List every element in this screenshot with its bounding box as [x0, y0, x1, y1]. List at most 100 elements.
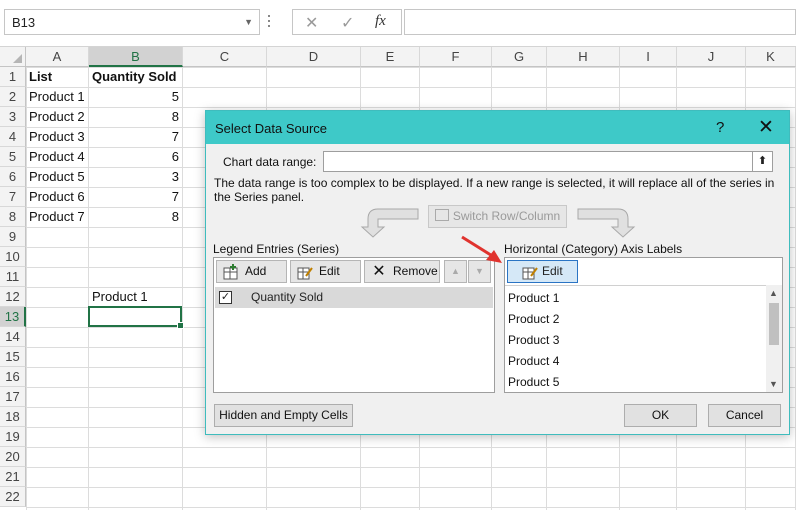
cell-a3[interactable]: Product 2	[29, 107, 87, 127]
active-cell-b13[interactable]	[88, 306, 184, 329]
collapse-range-icon[interactable]: ⬆	[752, 152, 772, 171]
row-header-4[interactable]: 4	[0, 127, 26, 147]
row-header-6[interactable]: 6	[0, 167, 26, 187]
axis-label-item[interactable]: Product 5	[508, 375, 559, 389]
formula-input[interactable]	[404, 9, 796, 35]
dialog-titlebar[interactable]: Select Data Source ? ✕	[206, 111, 789, 144]
row-header-8[interactable]: 8	[0, 207, 26, 227]
series-checkbox[interactable]: ✓	[219, 291, 232, 304]
row-header-1[interactable]: 1	[0, 67, 26, 87]
chevron-down-icon[interactable]: ▼	[244, 17, 253, 27]
column-divider	[88, 67, 89, 510]
column-header-c[interactable]: C	[183, 47, 267, 67]
row-header-3[interactable]: 3	[0, 107, 26, 127]
row-header-16[interactable]: 16	[0, 367, 26, 387]
column-header-e[interactable]: E	[361, 47, 420, 67]
axis-label-item[interactable]: Product 2	[508, 312, 559, 326]
cell-b8[interactable]: 8	[90, 207, 179, 227]
column-header-k[interactable]: K	[746, 47, 796, 67]
column-header-h[interactable]: H	[547, 47, 620, 67]
scroll-thumb[interactable]	[769, 303, 779, 345]
row-header-7[interactable]: 7	[0, 187, 26, 207]
name-box[interactable]: B13 ▼	[4, 9, 260, 35]
cell-a7[interactable]: Product 6	[29, 187, 87, 207]
row-header-14[interactable]: 14	[0, 327, 26, 347]
cell-b1[interactable]: Quantity Sold	[92, 67, 182, 87]
row-header-22[interactable]: 22	[0, 487, 26, 507]
axis-labels-label: Horizontal (Category) Axis Labels	[504, 242, 683, 256]
ok-button[interactable]: OK	[624, 404, 697, 427]
axis-label-item[interactable]: Product 3	[508, 333, 559, 347]
dialog-title: Select Data Source	[215, 121, 328, 136]
cancel-button[interactable]: Cancel	[708, 404, 781, 427]
red-pointer-arrow-icon	[461, 235, 502, 263]
chart-range-input[interactable]	[323, 151, 773, 172]
row-header-19[interactable]: 19	[0, 427, 26, 447]
row-header-18[interactable]: 18	[0, 407, 26, 427]
add-label: Add	[245, 264, 267, 278]
cell-b12[interactable]: Product 1	[92, 287, 182, 307]
switch-icon	[434, 209, 449, 221]
cell-a5[interactable]: Product 4	[29, 147, 87, 167]
cell-b3[interactable]: 8	[90, 107, 179, 127]
axis-edit-label: Edit	[542, 264, 563, 278]
column-header-j[interactable]: J	[677, 47, 746, 67]
row-header-12[interactable]: 12	[0, 287, 26, 307]
row-header-2[interactable]: 2	[0, 87, 26, 107]
row-header-5[interactable]: 5	[0, 147, 26, 167]
help-icon[interactable]: ?	[716, 119, 724, 136]
insert-function-icon[interactable]: fx	[375, 13, 386, 30]
scroll-up-icon[interactable]: ▲	[769, 288, 778, 298]
row-header-21[interactable]: 21	[0, 467, 26, 487]
legend-entries-label: Legend Entries (Series)	[213, 242, 340, 256]
close-icon[interactable]: ✕	[758, 116, 774, 139]
switch-row-column-button[interactable]: Switch Row/Column	[428, 205, 567, 228]
enter-icon[interactable]: ✓	[341, 13, 354, 33]
cell-a8[interactable]: Product 7	[29, 207, 87, 227]
fill-handle[interactable]	[177, 322, 184, 329]
cell-b5[interactable]: 6	[90, 147, 179, 167]
cell-b6[interactable]: 3	[90, 167, 179, 187]
cancel-icon[interactable]: ✕	[305, 13, 318, 33]
axis-labels-list: Product 1 Product 2 Product 3 Product 4 …	[505, 285, 767, 393]
formula-buttons: ✕ ✓ fx	[292, 9, 402, 35]
chart-range-label: Chart data range:	[223, 155, 317, 169]
cell-b2[interactable]: 5	[90, 87, 179, 107]
cell-a4[interactable]: Product 3	[29, 127, 87, 147]
row-header-17[interactable]: 17	[0, 387, 26, 407]
column-header-d[interactable]: D	[267, 47, 361, 67]
down-arrow-icon: ▼	[475, 266, 484, 276]
formula-bar-area: B13 ▼ ✕ ✓ fx	[0, 0, 796, 47]
add-series-button[interactable]: Add	[216, 260, 287, 283]
row-header-13[interactable]: 13	[0, 307, 26, 327]
row-header-10[interactable]: 10	[0, 247, 26, 267]
edit-series-button[interactable]: Edit	[290, 260, 361, 283]
select-all-corner[interactable]	[0, 47, 26, 67]
column-header-g[interactable]: G	[492, 47, 547, 67]
cell-b4[interactable]: 7	[90, 127, 179, 147]
remove-series-button[interactable]: ✕ Remove	[364, 260, 440, 283]
cell-a6[interactable]: Product 5	[29, 167, 87, 187]
series-item[interactable]: ✓ Quantity Sold	[215, 287, 493, 308]
column-divider	[182, 67, 183, 510]
edit-label: Edit	[319, 264, 340, 278]
edit-axis-labels-button[interactable]: Edit	[507, 260, 578, 283]
row-header-15[interactable]: 15	[0, 347, 26, 367]
series-name: Quantity Sold	[251, 290, 324, 304]
cell-a2[interactable]: Product 1	[29, 87, 87, 107]
axis-label-item[interactable]: Product 4	[508, 354, 559, 368]
hidden-empty-cells-button[interactable]: Hidden and Empty Cells	[214, 404, 353, 427]
drag-handle-icon[interactable]	[268, 15, 270, 31]
column-header-f[interactable]: F	[420, 47, 492, 67]
column-header-a[interactable]: A	[26, 47, 89, 67]
axis-list-scrollbar[interactable]: ▲ ▼	[766, 285, 782, 392]
row-header-11[interactable]: 11	[0, 267, 26, 287]
column-header-i[interactable]: I	[620, 47, 677, 67]
cell-b7[interactable]: 7	[90, 187, 179, 207]
scroll-down-icon[interactable]: ▼	[769, 379, 778, 389]
column-header-b[interactable]: B	[89, 47, 183, 67]
row-header-20[interactable]: 20	[0, 447, 26, 467]
axis-label-item[interactable]: Product 1	[508, 291, 559, 305]
cell-a1[interactable]: List	[29, 67, 87, 87]
row-header-9[interactable]: 9	[0, 227, 26, 247]
